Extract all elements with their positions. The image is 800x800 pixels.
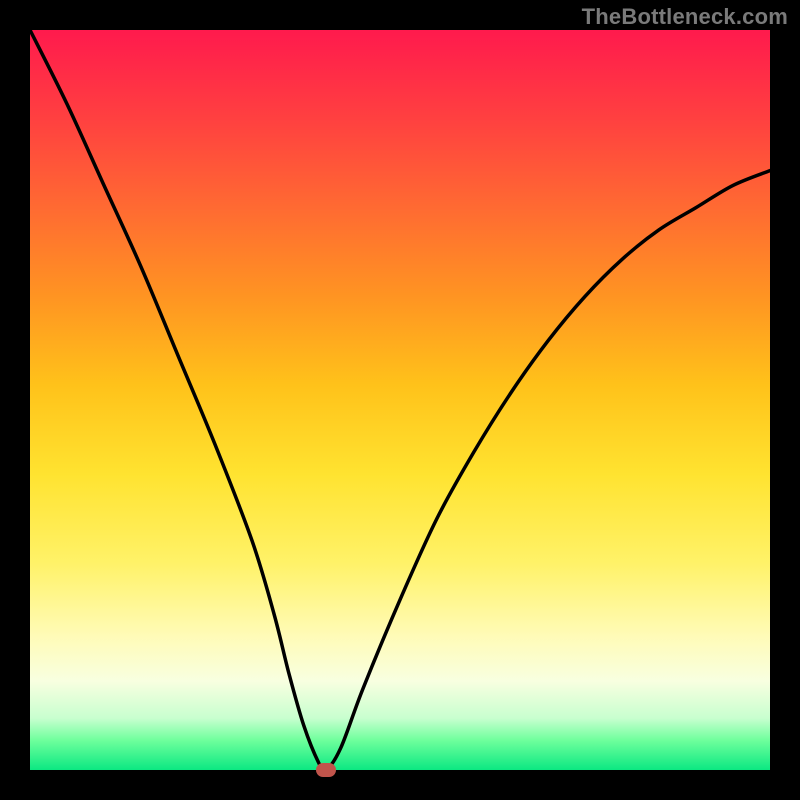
- plot-area: [30, 30, 770, 770]
- chart-frame: TheBottleneck.com: [0, 0, 800, 800]
- bottleneck-curve: [30, 30, 770, 770]
- minimum-marker: [316, 763, 336, 777]
- watermark-text: TheBottleneck.com: [582, 4, 788, 30]
